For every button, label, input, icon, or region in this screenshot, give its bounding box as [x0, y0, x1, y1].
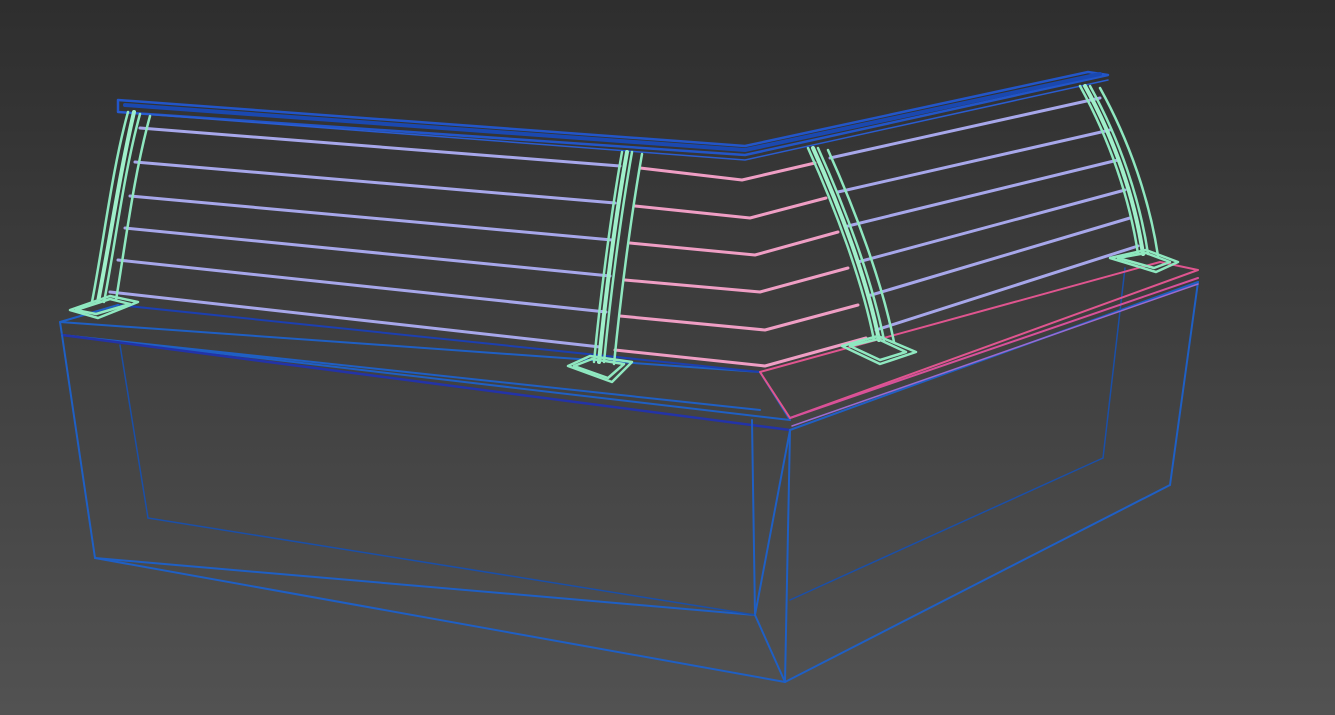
3d-viewport-wireframe[interactable]: [0, 0, 1335, 715]
